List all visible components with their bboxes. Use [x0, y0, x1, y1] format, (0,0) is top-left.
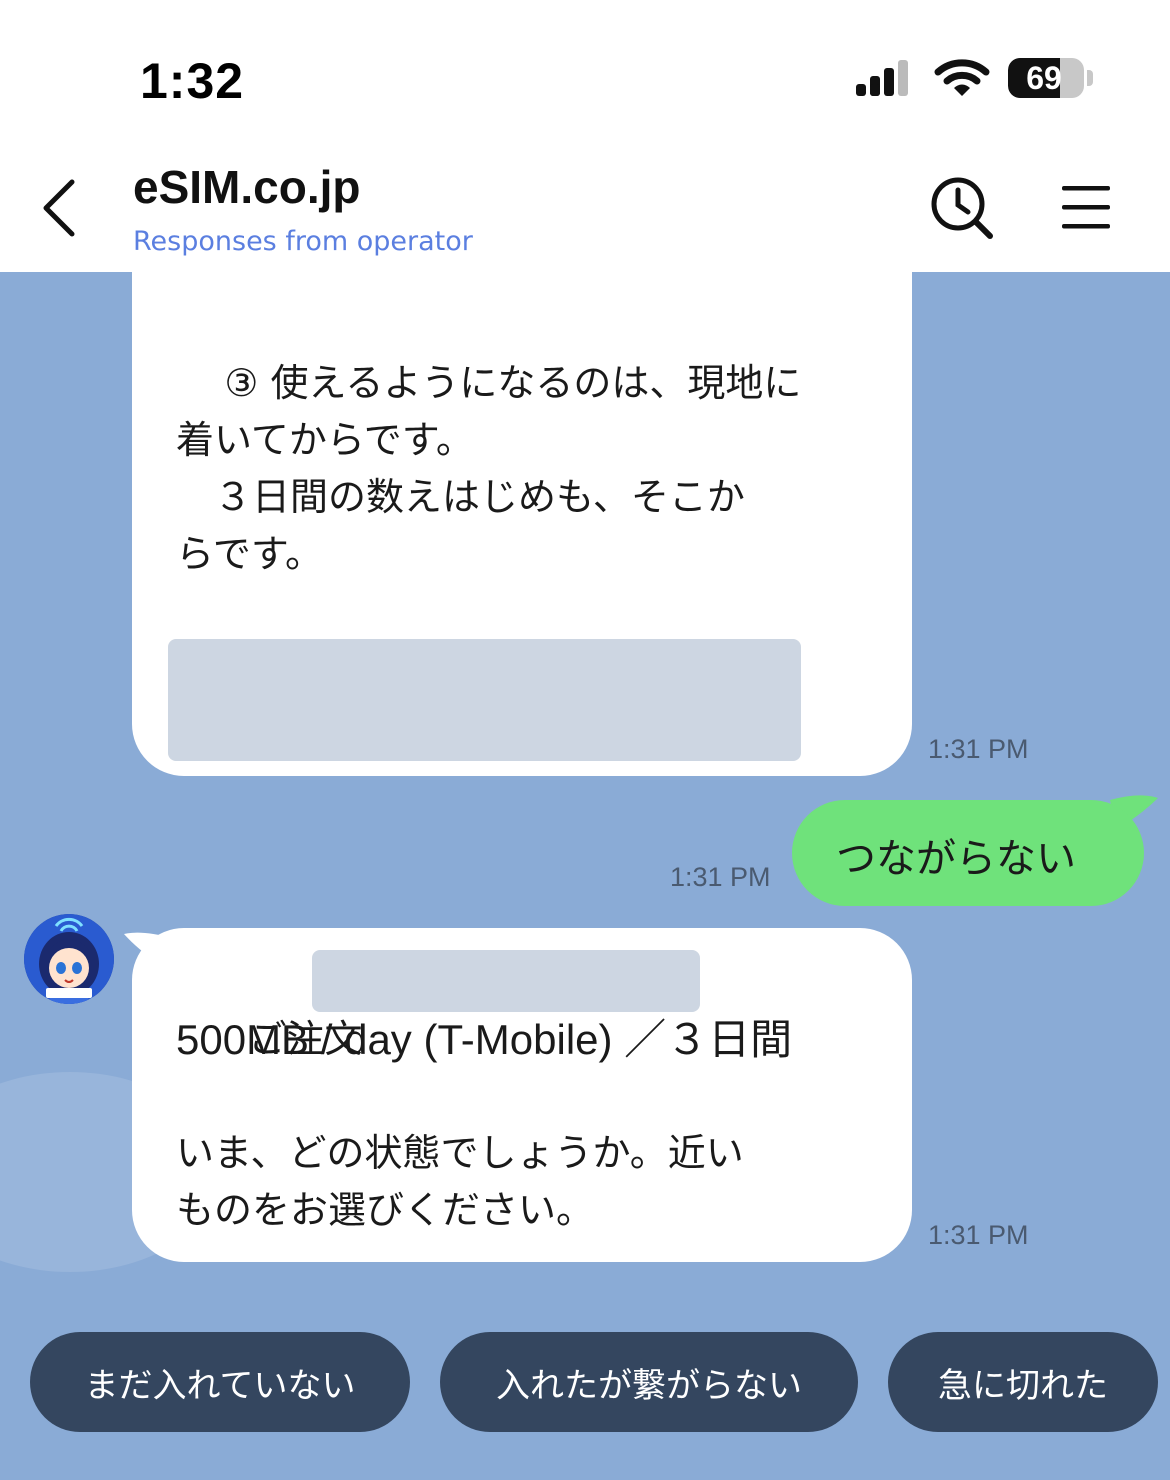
- quick-reply-installed-not-connecting[interactable]: 入れたが繋がらない: [440, 1332, 858, 1432]
- chat-title[interactable]: eSIM.co.jp: [133, 160, 360, 214]
- incoming-message-bubble[interactable]: ③ 使えるようになるのは、現地に 着いてからです。 ３日間の数えはじめも、そこか…: [132, 272, 912, 776]
- operator-avatar[interactable]: [24, 914, 114, 1004]
- quick-reply-not-installed[interactable]: まだ入れていない: [30, 1332, 410, 1432]
- message-timestamp: 1:31 PM: [928, 1220, 1029, 1250]
- menu-icon[interactable]: [1058, 180, 1114, 236]
- back-arrow-icon[interactable]: [30, 170, 90, 246]
- wifi-icon: [934, 59, 990, 96]
- order-line: ご注文: [176, 950, 868, 1061]
- redacted-order-number: [312, 950, 700, 1012]
- chat-subtitle: Responses from operator: [133, 226, 473, 257]
- outgoing-message-bubble[interactable]: つながらない: [792, 800, 1144, 906]
- message-text: いま、どの状態でしょうか。近い ものをお選びください。: [176, 1131, 744, 1232]
- chat-header: eSIM.co.jp Responses from operator: [0, 130, 1170, 272]
- battery-cap: [1087, 70, 1093, 86]
- incoming-message-bubble[interactable]: ご注文 500MB / day (T-Mobile) ／３日間 いま、どの状態で…: [132, 928, 912, 1262]
- search-history-icon[interactable]: [928, 174, 996, 242]
- message-timestamp: 1:31 PM: [670, 862, 771, 892]
- avatar-character-icon: [24, 914, 114, 1004]
- message-timestamp: 1:31 PM: [928, 734, 1029, 764]
- order-label: ご注文: [248, 1017, 363, 1061]
- battery-percent: 69: [1026, 60, 1062, 96]
- redacted-link[interactable]: [168, 639, 801, 761]
- chat-area[interactable]: ③ 使えるようになるのは、現地に 着いてからです。 ３日間の数えはじめも、そこか…: [0, 272, 1170, 1480]
- status-time: 1:32: [140, 53, 245, 109]
- battery-icon: 69: [1008, 58, 1084, 98]
- status-bar: 1:32 69: [0, 0, 1170, 130]
- cellular-signal-icon: [856, 60, 908, 96]
- message-text: つながらない: [836, 836, 1076, 882]
- quick-reply-suddenly-disconnected[interactable]: 急に切れた: [888, 1332, 1158, 1432]
